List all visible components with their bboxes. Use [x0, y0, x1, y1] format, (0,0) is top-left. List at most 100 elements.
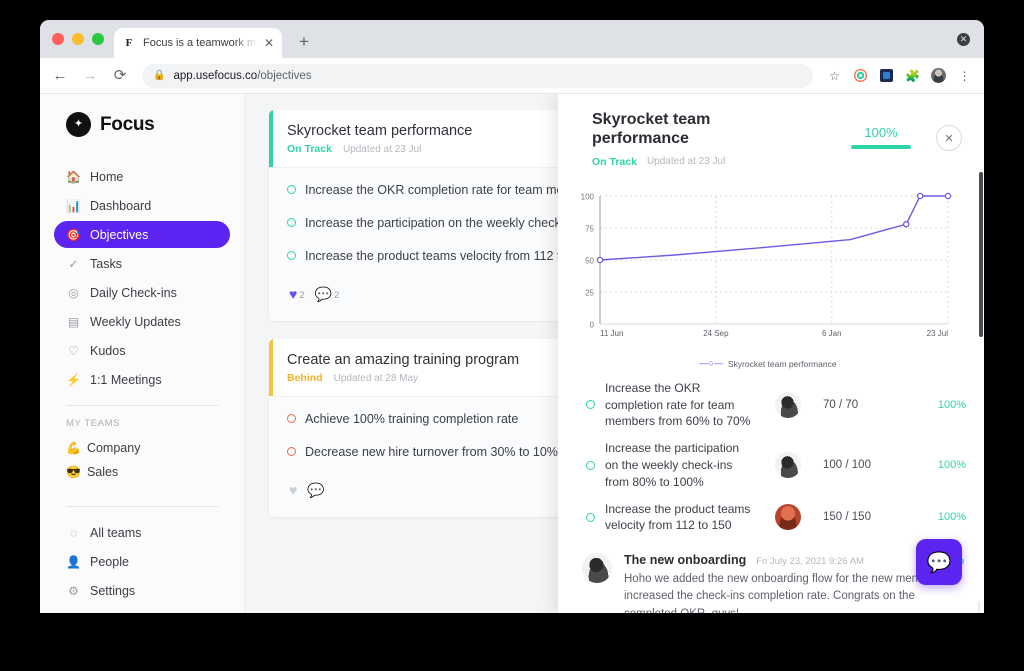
sidebar-item-kudos[interactable]: ♡ Kudos — [54, 337, 230, 364]
team-label: Company — [86, 441, 141, 455]
profile-avatar[interactable] — [931, 68, 946, 83]
detail-key-result-row[interactable]: Increase the OKR completion rate for tea… — [586, 375, 966, 435]
like-button[interactable]: ♥ — [289, 483, 297, 497]
sidebar-item-label: Objectives — [90, 227, 149, 242]
extension-blue-icon[interactable] — [879, 68, 894, 83]
browser-tab[interactable]: F Focus is a teamwork managem ✕ — [114, 28, 282, 58]
sidebar-nav: 🏠 Home 📊 Dashboard 🎯 Objectives ✓ Tasks … — [40, 163, 244, 393]
detail-panel-header: Skyrocket team performance On Track Upda… — [558, 94, 984, 180]
browser-tabstrip: F Focus is a teamwork managem ✕ + ✕ — [40, 20, 984, 58]
tab-title: Focus is a teamwork managem — [143, 37, 257, 49]
chat-widget-button[interactable]: 💬 — [916, 539, 962, 585]
detail-key-result-row[interactable]: Increase the product teams velocity from… — [586, 496, 966, 540]
browser-window: F Focus is a teamwork managem ✕ + ✕ ← → … — [40, 20, 984, 613]
sidebar-item-people[interactable]: 👤 People — [54, 548, 230, 575]
svg-text:75: 75 — [585, 224, 594, 233]
svg-text:25: 25 — [585, 288, 594, 297]
progress-line-chart: 0 25 50 75 100 11 Jun 24 Sep 6 Jan 23 Jul — [581, 192, 952, 338]
assignee-avatar[interactable] — [775, 504, 801, 531]
panel-scrollbar[interactable] — [979, 172, 983, 337]
window-controls[interactable] — [50, 20, 114, 58]
sidebar-item-all-teams[interactable]: ◌ All teams — [54, 519, 230, 546]
close-panel-button[interactable]: ✕ — [936, 125, 962, 151]
sidebar-item-label: Kudos — [90, 343, 126, 358]
close-tab-icon[interactable]: ✕ — [264, 37, 274, 49]
sidebar-item-home[interactable]: 🏠 Home — [54, 163, 230, 190]
back-button[interactable]: ← — [52, 68, 68, 83]
bookmark-star-icon[interactable]: ☆ — [827, 68, 842, 83]
window-close-icon[interactable]: ✕ — [957, 33, 970, 46]
comment-button[interactable]: 💬 — [307, 483, 324, 497]
sidebar-item-label: Tasks — [90, 256, 122, 271]
legend-label: Skyrocket team performance — [727, 358, 837, 369]
check-circle-icon: ✓ — [68, 256, 79, 271]
lock-icon: 🔒 — [153, 70, 166, 81]
sidebar-team-sales[interactable]: 😎 Sales — [40, 460, 244, 484]
teams-icon: ◌ — [69, 525, 78, 540]
sidebar-item-label: Daily Check-ins — [90, 285, 177, 300]
comment-button[interactable]: 💬 2 — [315, 287, 340, 301]
sidebar-item-one-on-one-meetings[interactable]: ⚡ 1:1 Meetings — [54, 366, 230, 393]
heart-icon: ♡ — [68, 343, 79, 358]
status-badge: Behind — [287, 372, 323, 384]
sidebar-item-settings[interactable]: ⚙ Settings — [54, 577, 230, 604]
address-bar[interactable]: 🔒 app.usefocus.co/objectives — [142, 63, 813, 88]
sidebar-item-label: Settings — [90, 583, 136, 598]
close-window-button[interactable] — [52, 33, 64, 45]
muscle-emoji-icon: 💪 — [66, 441, 81, 455]
assignee-avatar[interactable] — [775, 452, 801, 479]
extensions-puzzle-icon[interactable]: 🧩 — [905, 68, 920, 83]
maximize-window-button[interactable] — [92, 33, 104, 45]
team-label: Sales — [86, 465, 119, 479]
sunglasses-emoji-icon: 😎 — [66, 465, 81, 479]
detail-progress-percent: 100% — [864, 125, 898, 140]
sidebar-item-label: Home — [90, 169, 124, 184]
extension-target-icon[interactable] — [853, 68, 868, 83]
updated-text: Updated at 23 Jul — [342, 143, 422, 155]
updated-text: Updated at 28 May — [333, 372, 419, 384]
assignee-avatar[interactable] — [775, 391, 801, 418]
objectives-list: Skyrocket team performance On Track Upda… — [245, 94, 984, 613]
key-result-percent: 100% — [937, 398, 966, 411]
app-logo[interactable]: ✦ Focus — [40, 112, 244, 137]
sidebar-item-label: 1:1 Meetings — [90, 372, 162, 387]
svg-text:6 Jan: 6 Jan — [822, 329, 842, 338]
home-icon: 🏠 — [66, 169, 81, 184]
like-button[interactable]: ♥ 2 — [289, 287, 305, 301]
forward-button[interactable]: → — [82, 68, 98, 83]
detail-meta: On Track Updated at 23 Jul — [592, 156, 848, 168]
sidebar-item-dashboard[interactable]: 📊 Dashboard — [54, 192, 230, 219]
key-result-score: 100 / 100 — [823, 459, 871, 472]
sidebar-item-label: Dashboard — [90, 198, 152, 213]
sidebar-item-weekly-updates[interactable]: ▤ Weekly Updates — [54, 308, 230, 335]
sidebar: ✦ Focus 🏠 Home 📊 Dashboard 🎯 Objectives … — [40, 94, 245, 613]
person-icon: 👤 — [66, 554, 81, 569]
sidebar-item-tasks[interactable]: ✓ Tasks — [54, 250, 230, 277]
svg-text:24 Sep: 24 Sep — [703, 329, 729, 338]
svg-text:100: 100 — [581, 192, 595, 201]
detail-key-result-row[interactable]: Increase the participation on the weekly… — [586, 435, 966, 495]
status-dot-icon — [586, 400, 595, 410]
toolbar-icons: ☆ 🧩 ⋮ — [827, 68, 972, 83]
reload-button[interactable]: ⟳ — [112, 68, 128, 83]
key-result-text: Increase the OKR completion rate for tea… — [605, 380, 751, 429]
update-title: The new onboarding — [624, 553, 747, 568]
new-tab-button[interactable]: + — [290, 28, 318, 56]
svg-text:0: 0 — [590, 320, 595, 329]
next-card-peek — [978, 601, 980, 613]
author-avatar[interactable] — [582, 553, 612, 584]
key-result-score: 70 / 70 — [823, 398, 859, 411]
svg-text:50: 50 — [585, 256, 594, 265]
key-result-text: Increase the product teams velocity from… — [605, 501, 751, 533]
detail-key-results: Increase the OKR completion rate for tea… — [558, 371, 984, 539]
progress-chart: 0 25 50 75 100 11 Jun 24 Sep 6 Jan 23 Jul —○— Sk… — [558, 180, 984, 371]
sidebar-item-objectives[interactable]: 🎯 Objectives — [54, 221, 230, 248]
key-result-score: 150 / 150 — [823, 511, 871, 524]
browser-menu-icon[interactable]: ⋮ — [957, 68, 972, 83]
sidebar-team-company[interactable]: 💪 Company — [40, 436, 244, 460]
detail-progress: 100% — [848, 111, 914, 149]
address-bar-url: app.usefocus.co/objectives — [173, 69, 312, 82]
sidebar-item-daily-checkins[interactable]: ◎ Daily Check-ins — [54, 279, 230, 306]
minimize-window-button[interactable] — [72, 33, 84, 45]
status-dot-icon — [287, 218, 296, 227]
